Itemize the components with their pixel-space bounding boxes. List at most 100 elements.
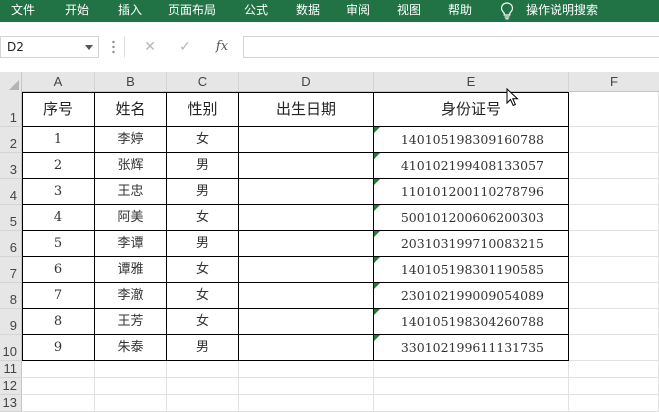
row-header[interactable]: 2: [0, 127, 22, 153]
birthdate-cell[interactable]: [239, 231, 374, 257]
table-cell[interactable]: 140105198304260788: [374, 309, 569, 335]
table-cell[interactable]: [569, 257, 659, 283]
table-cell[interactable]: 男: [167, 335, 239, 361]
row-header[interactable]: 6: [0, 231, 22, 257]
table-cell[interactable]: 朱泰: [95, 335, 167, 361]
header-cell[interactable]: 出生日期: [239, 92, 374, 127]
row-header[interactable]: 4: [0, 179, 22, 205]
row-header[interactable]: 11: [0, 361, 22, 378]
table-cell[interactable]: 8: [22, 309, 95, 335]
header-cell[interactable]: 序号: [22, 92, 95, 127]
table-cell[interactable]: 女: [167, 283, 239, 309]
birthdate-cell[interactable]: [239, 127, 374, 153]
tell-me-search[interactable]: 操作说明搜索: [526, 0, 598, 22]
row-header[interactable]: 5: [0, 205, 22, 231]
table-cell[interactable]: [569, 179, 659, 205]
table-cell[interactable]: 男: [167, 179, 239, 205]
table-cell[interactable]: 李婷: [95, 127, 167, 153]
birthdate-cell[interactable]: [239, 283, 374, 309]
table-cell[interactable]: 女: [167, 257, 239, 283]
table-cell[interactable]: [569, 309, 659, 335]
tab-review[interactable]: 审阅: [346, 0, 370, 22]
chevron-down-icon[interactable]: [85, 45, 93, 50]
column-header-c[interactable]: C: [167, 72, 239, 92]
row-header[interactable]: 3: [0, 153, 22, 179]
table-cell[interactable]: 410102199408133057: [374, 153, 569, 179]
table-cell[interactable]: 330102199611131735: [374, 335, 569, 361]
tab-help[interactable]: 帮助: [448, 0, 472, 22]
table-cell[interactable]: 谭雅: [95, 257, 167, 283]
insert-function-icon[interactable]: fx: [209, 36, 235, 58]
header-cell[interactable]: 姓名: [95, 92, 167, 127]
header-cell[interactable]: 身份证号: [374, 92, 569, 127]
table-cell[interactable]: [239, 395, 374, 412]
table-cell[interactable]: [569, 153, 659, 179]
cancel-icon[interactable]: ✕: [137, 36, 163, 58]
row-header[interactable]: 1: [0, 92, 22, 127]
row-header[interactable]: 8: [0, 283, 22, 309]
table-cell[interactable]: [569, 335, 659, 361]
table-cell[interactable]: [569, 283, 659, 309]
table-cell[interactable]: 7: [22, 283, 95, 309]
table-cell[interactable]: [374, 361, 569, 378]
table-cell[interactable]: [22, 395, 95, 412]
table-cell[interactable]: [95, 361, 167, 378]
table-cell[interactable]: [569, 92, 659, 127]
tab-view[interactable]: 视图: [397, 0, 421, 22]
table-cell[interactable]: [569, 205, 659, 231]
tab-formulas[interactable]: 公式: [244, 0, 268, 22]
table-cell[interactable]: [374, 395, 569, 412]
table-cell[interactable]: 阿美: [95, 205, 167, 231]
table-cell[interactable]: [569, 361, 659, 378]
table-cell[interactable]: 李谭: [95, 231, 167, 257]
table-cell[interactable]: [239, 361, 374, 378]
row-header[interactable]: 10: [0, 335, 22, 361]
table-cell[interactable]: [95, 395, 167, 412]
formula-input[interactable]: [243, 36, 659, 58]
column-header-d[interactable]: D: [239, 72, 374, 92]
tab-data[interactable]: 数据: [296, 0, 320, 22]
table-cell[interactable]: 3: [22, 179, 95, 205]
column-header-f[interactable]: F: [569, 72, 659, 92]
birthdate-cell[interactable]: [239, 335, 374, 361]
table-cell[interactable]: [569, 231, 659, 257]
table-cell[interactable]: [167, 395, 239, 412]
name-box[interactable]: D2: [0, 36, 99, 58]
column-header-e[interactable]: E: [374, 72, 569, 92]
table-cell[interactable]: 女: [167, 309, 239, 335]
tab-page-layout[interactable]: 页面布局: [168, 0, 216, 22]
tab-insert[interactable]: 插入: [118, 0, 142, 22]
birthdate-cell[interactable]: [239, 257, 374, 283]
table-cell[interactable]: [22, 378, 95, 395]
tab-file[interactable]: 文件: [11, 0, 35, 22]
table-cell[interactable]: [239, 378, 374, 395]
birthdate-cell[interactable]: [239, 205, 374, 231]
column-header-b[interactable]: B: [95, 72, 167, 92]
birthdate-cell[interactable]: [239, 153, 374, 179]
row-header[interactable]: 13: [0, 395, 22, 412]
table-cell[interactable]: 女: [167, 205, 239, 231]
table-cell[interactable]: 140105198309160788: [374, 127, 569, 153]
table-cell[interactable]: 王忠: [95, 179, 167, 205]
table-cell[interactable]: [167, 361, 239, 378]
table-cell[interactable]: [569, 395, 659, 412]
birthdate-cell[interactable]: [239, 309, 374, 335]
select-all-button[interactable]: [0, 72, 22, 92]
table-cell[interactable]: 6: [22, 257, 95, 283]
row-header[interactable]: 9: [0, 309, 22, 335]
header-cell[interactable]: 性别: [167, 92, 239, 127]
table-cell[interactable]: [569, 127, 659, 153]
table-cell[interactable]: 女: [167, 127, 239, 153]
enter-icon[interactable]: ✓: [172, 36, 198, 58]
table-cell[interactable]: 230102199009054089: [374, 283, 569, 309]
more-options-icon[interactable]: [112, 40, 115, 54]
table-cell[interactable]: [374, 378, 569, 395]
table-cell[interactable]: 王芳: [95, 309, 167, 335]
table-cell[interactable]: 男: [167, 231, 239, 257]
row-header[interactable]: 12: [0, 378, 22, 395]
table-cell[interactable]: 1: [22, 127, 95, 153]
table-cell[interactable]: 110101200110278796: [374, 179, 569, 205]
tab-home[interactable]: 开始: [65, 0, 89, 22]
table-cell[interactable]: [22, 361, 95, 378]
table-cell[interactable]: [569, 378, 659, 395]
